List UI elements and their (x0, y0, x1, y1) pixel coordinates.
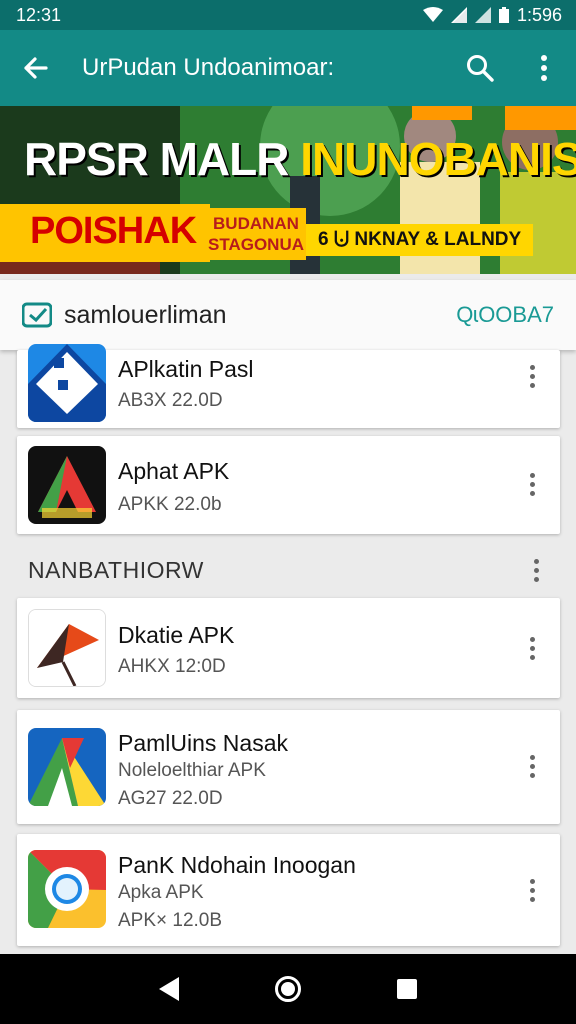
banner-sub-line1: BUDANAN (213, 214, 299, 233)
status-time: 12:31 (16, 4, 62, 25)
app-icon (28, 446, 106, 524)
nav-home-button[interactable] (260, 961, 316, 1017)
app-icon-graphic (28, 446, 106, 524)
dot (529, 373, 535, 379)
search-card-label: samlouerliman (64, 300, 227, 329)
section-menu-button[interactable] (524, 550, 548, 590)
search-card-right-text: QɩOOBA7 (456, 302, 554, 327)
dot (529, 896, 535, 902)
app-menu-button[interactable] (520, 870, 544, 910)
send-icon (22, 302, 52, 328)
home-circle-icon (274, 976, 301, 1002)
dot (529, 887, 535, 893)
banner-headline-yellow: INUNOBANISA (300, 133, 576, 185)
arrow-left-icon (24, 57, 48, 79)
banner-tag: 6 ⨃ NKNAY & LALNDY (306, 224, 534, 256)
more-vert-icon (529, 472, 535, 478)
promo-banner[interactable]: RPSR MALR INUNOBANISA POISHAK BUDANAN ST… (0, 106, 576, 274)
dot (529, 772, 535, 778)
more-vert-icon (533, 558, 539, 564)
app-menu-button[interactable] (520, 464, 544, 504)
app-version: APK× 12.0B (118, 910, 223, 931)
dot (529, 382, 535, 388)
overflow-menu-button[interactable] (512, 30, 576, 106)
dot (529, 645, 535, 651)
nav-back-button[interactable] (141, 961, 197, 1017)
app-menu-button[interactable] (520, 356, 544, 396)
nav-recents-button[interactable] (379, 961, 435, 1017)
wifi-icon (422, 7, 443, 22)
app-version: AG27 22.0D (118, 788, 223, 809)
dot (529, 481, 535, 487)
status-icons: 1:596 (422, 4, 562, 26)
app-icon-graphic (28, 344, 106, 422)
section-header: NANBATHIORW (28, 548, 548, 592)
app-name: APlkatin Pasl (118, 356, 254, 382)
dot (529, 490, 535, 496)
app-bar-title: UrPudan Undoanimoar: (82, 54, 335, 81)
signal-2-icon (474, 7, 491, 23)
search-card-action[interactable]: QɩOOBA7 (456, 302, 554, 328)
app-icon-graphic (28, 850, 106, 928)
back-triangle-icon (159, 977, 180, 1001)
app-card[interactable]: PanK Ndohain Inoogan Apka APK APK× 12.0B (17, 834, 560, 946)
dot (529, 763, 535, 769)
app-card[interactable]: APlkatin Pasl AB3X 22.0D (17, 344, 560, 428)
app-name: PanK Ndohain Inoogan (118, 852, 356, 878)
app-icon (28, 609, 106, 687)
app-subtitle: Noleloelthiar APK (118, 760, 266, 781)
app-menu-button[interactable] (520, 746, 544, 786)
app-card[interactable]: PamlUins Nasak Noleloelthiar APK AG27 22… (17, 710, 560, 824)
signal-icon (450, 7, 467, 23)
search-button[interactable] (448, 30, 512, 106)
more-vert-icon (529, 364, 535, 370)
app-icon (28, 850, 106, 928)
section-title: NANBATHIORW (28, 556, 204, 583)
banner-sub-text: BUDANAN STAGONUA (206, 208, 306, 260)
search-card[interactable]: samlouerliman QɩOOBA7 (0, 280, 576, 350)
more-vert-icon (541, 55, 547, 81)
system-nav-bar (0, 954, 576, 1024)
status-bar: 12:31 1:596 (0, 0, 576, 30)
app-icon-graphic (28, 728, 106, 806)
app-icon (28, 344, 106, 422)
dot (533, 576, 539, 582)
app-card[interactable]: Dkatie APK AHKX 12:0D (17, 598, 560, 698)
banner-red-text: POISHAK (30, 210, 197, 252)
app-name: PamlUins Nasak (118, 730, 288, 756)
banner-headline-white: RPSR MALR (24, 133, 301, 185)
app-version: AB3X 22.0D (118, 390, 223, 411)
app-name: Aphat APK (118, 458, 230, 484)
app-menu-button[interactable] (520, 628, 544, 668)
banner-sub-line2: STAGONUA (207, 235, 304, 254)
dot (529, 654, 535, 660)
more-vert-icon (529, 754, 535, 760)
app-icon-graphic (29, 610, 105, 686)
battery-text: 1:596 (516, 4, 562, 25)
battery-icon (498, 7, 509, 23)
app-name: Dkatie APK (118, 622, 235, 648)
app-icon (28, 728, 106, 806)
recents-square-icon (396, 979, 417, 999)
search-icon (467, 55, 494, 82)
app-bar: UrPudan Undoanimoar: (0, 30, 576, 106)
banner-headline: RPSR MALR INUNOBANISA (24, 132, 576, 186)
back-button[interactable] (0, 30, 70, 106)
more-vert-icon (529, 636, 535, 642)
app-card[interactable]: Aphat APK APKK 22.0b (17, 436, 560, 534)
app-version: APKK 22.0b (118, 494, 222, 515)
app-subtitle: Apka APK (118, 882, 204, 903)
more-vert-icon (529, 878, 535, 884)
dot (533, 567, 539, 573)
app-version: AHKX 12:0D (118, 656, 226, 677)
